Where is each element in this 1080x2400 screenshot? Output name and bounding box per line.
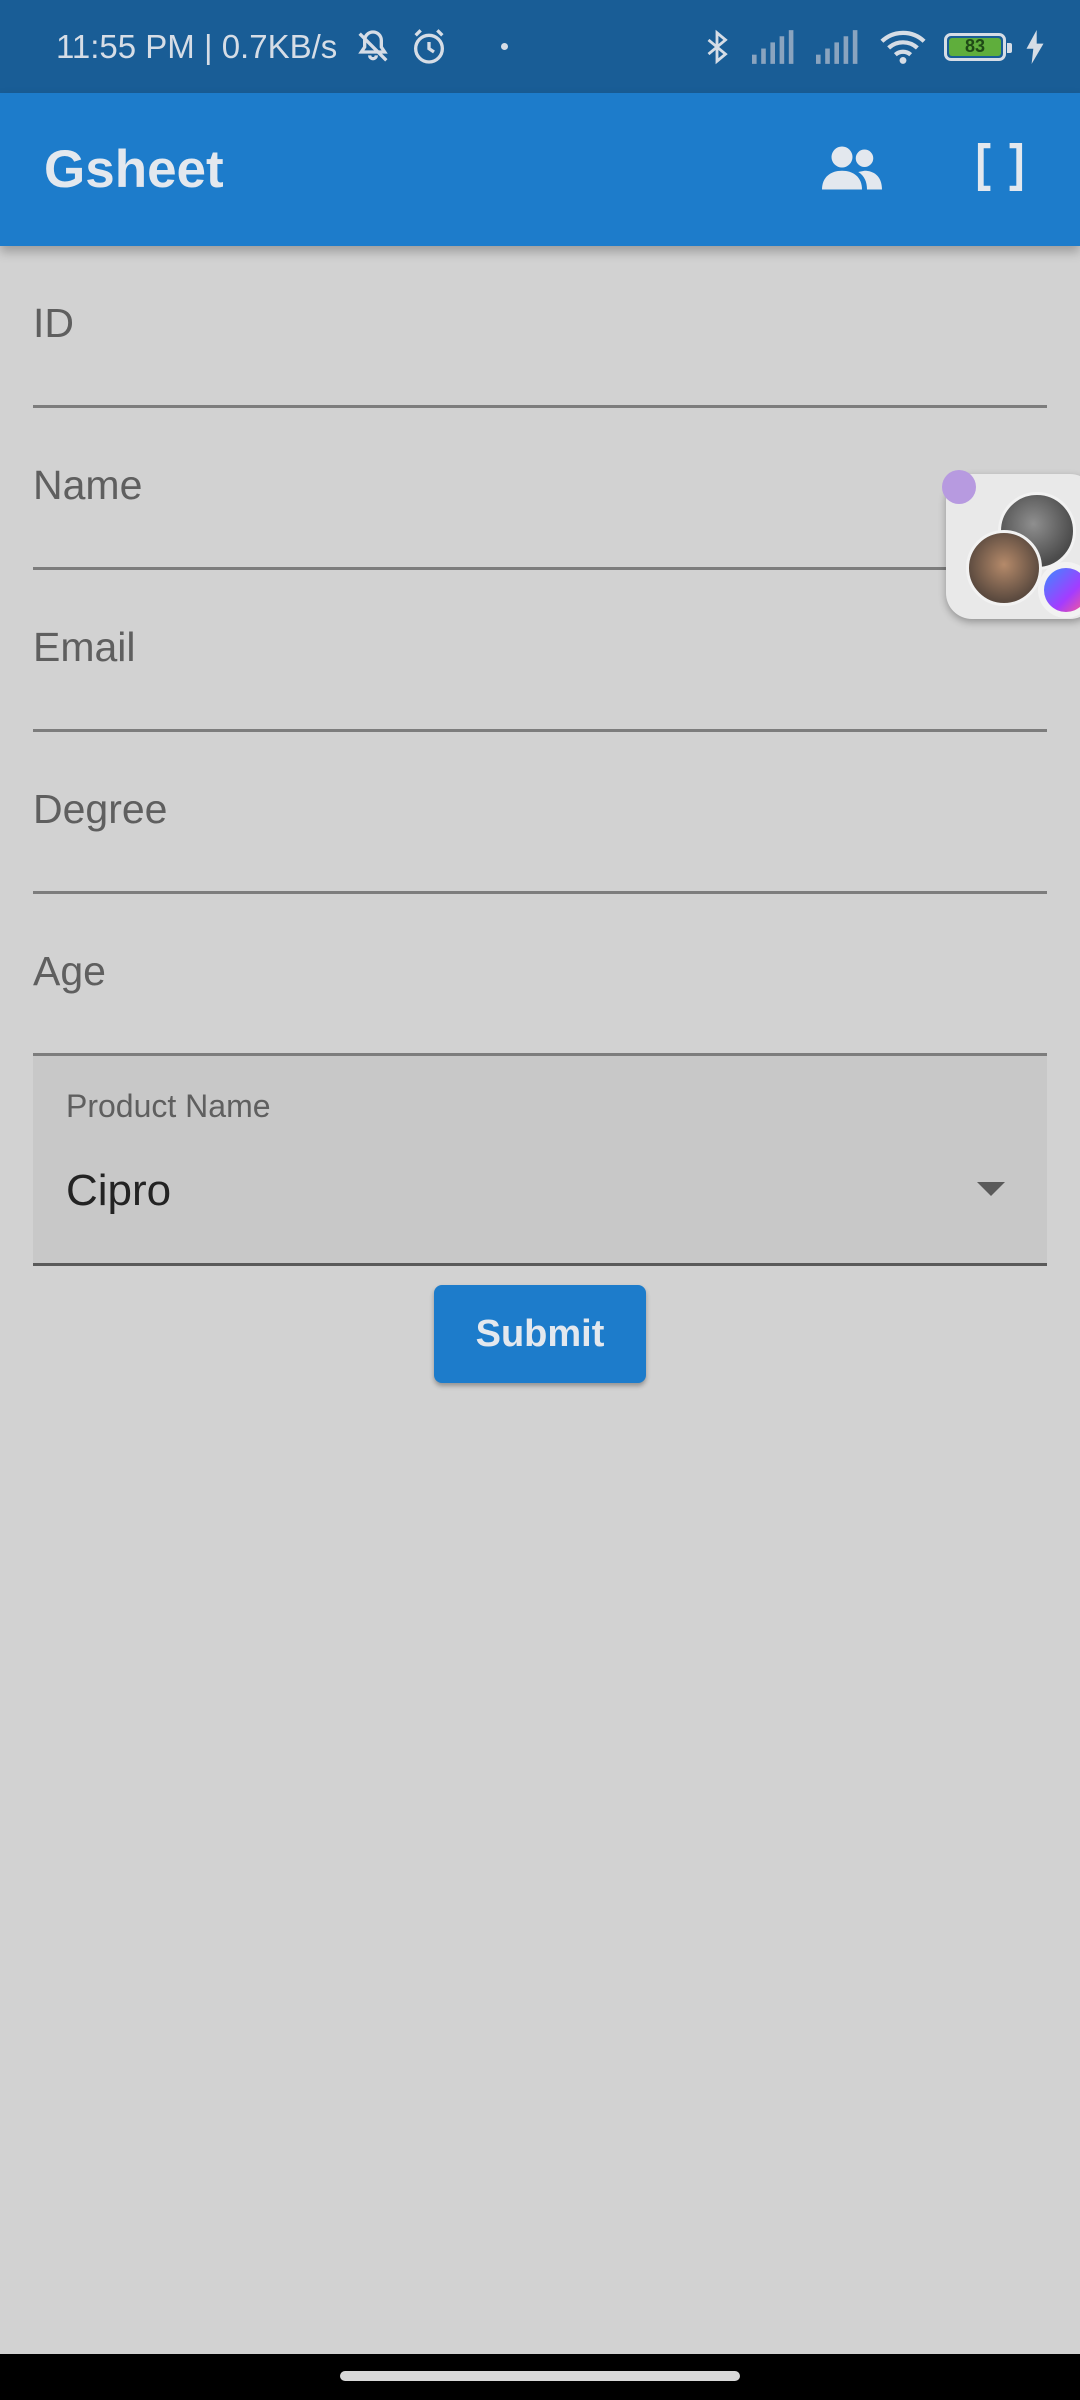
notification-dot-icon <box>501 43 509 50</box>
id-field[interactable]: ID <box>33 246 1047 408</box>
app-actions <box>816 134 1036 206</box>
brackets-icon <box>975 142 1025 196</box>
age-field-label: Age <box>33 948 106 994</box>
fullscreen-button[interactable] <box>964 134 1036 206</box>
chevron-down-icon <box>977 1182 1005 1196</box>
chat-bubble-overlay[interactable] <box>942 470 1080 625</box>
app-bar: Gsheet <box>0 93 1080 246</box>
name-field-label: Name <box>33 462 143 508</box>
messenger-badge-fill <box>1044 568 1080 612</box>
degree-field-label: Degree <box>33 786 168 832</box>
charging-icon <box>1024 29 1046 64</box>
bluetooth-icon <box>700 27 734 67</box>
email-field[interactable]: Email <box>33 570 1047 732</box>
signal-icon <box>752 29 798 64</box>
degree-field[interactable]: Degree <box>33 732 1047 894</box>
wifi-icon <box>880 29 926 65</box>
submit-button[interactable]: Submit <box>434 1285 646 1383</box>
id-field-label: ID <box>33 300 74 346</box>
submit-wrap: Submit <box>33 1285 1047 1383</box>
mute-bell-icon <box>351 27 395 67</box>
app-title: Gsheet <box>44 140 224 199</box>
alarm-icon <box>409 27 449 67</box>
bubble-indicator-dot <box>942 470 976 504</box>
entry-form: ID Name Email Degree Age Product Name Ci… <box>33 246 1047 1383</box>
status-time: 11:55 PM | 0.7KB/s <box>56 27 338 65</box>
age-field[interactable]: Age <box>33 894 1047 1056</box>
status-right: 83 <box>700 27 1046 67</box>
status-left: 11:55 PM | 0.7KB/s <box>56 27 700 67</box>
product-name-value: Cipro <box>66 1166 172 1215</box>
navigation-bar <box>0 2354 1080 2400</box>
status-bar: 11:55 PM | 0.7KB/s 83 <box>0 0 1080 93</box>
email-field-label: Email <box>33 624 136 670</box>
product-name-dropdown[interactable]: Product Name Cipro <box>33 1056 1047 1266</box>
people-icon <box>819 142 885 197</box>
battery-icon: 83 <box>944 32 1012 61</box>
battery-level: 83 <box>949 36 1001 56</box>
signal-icon <box>816 29 862 64</box>
name-field[interactable]: Name <box>33 408 1047 570</box>
product-name-label: Product Name <box>66 1088 271 1124</box>
home-handle[interactable] <box>340 2371 740 2381</box>
avatar <box>966 530 1042 606</box>
people-button[interactable] <box>816 134 888 206</box>
